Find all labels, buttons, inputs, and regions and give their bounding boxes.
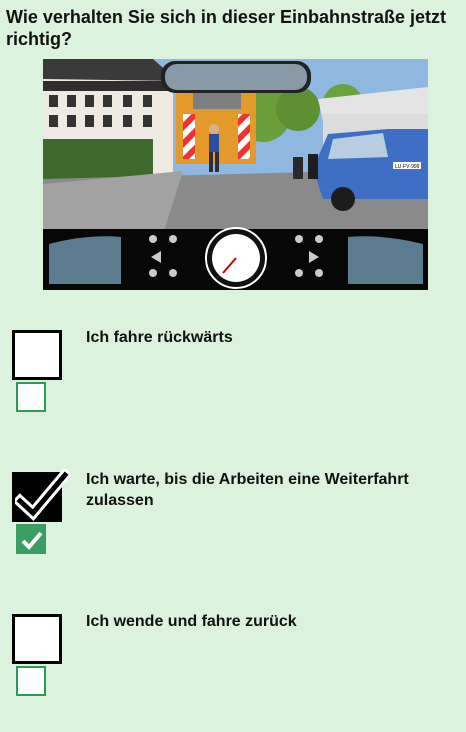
question-text: Wie verhalten Sie sich in dieser Einbahn… (6, 7, 446, 49)
answer-option-2[interactable]: Ich warte, bis die Arbeiten eine Weiterf… (0, 469, 466, 572)
answer-checkbox-large[interactable] (12, 614, 62, 664)
answer-option-1[interactable]: Ich fahre rückwärts (0, 329, 466, 430)
answer-label: Ich warte, bis die Arbeiten eine Weiterf… (86, 471, 409, 509)
checkmark-icon (21, 531, 43, 550)
answer-option-3[interactable]: Ich wende und fahre zurück (0, 613, 466, 714)
answer-checkbox-small[interactable] (16, 666, 46, 696)
checkmark-icon (15, 469, 71, 521)
answer-checkbox-large[interactable] (12, 330, 62, 380)
answer-checkbox-small[interactable] (16, 524, 46, 554)
answer-checkbox-large[interactable] (12, 469, 71, 522)
answer-checkbox-small[interactable] (16, 382, 46, 412)
driving-scene-image: LU·FV·999 (43, 59, 428, 290)
license-plate: LU·FV·999 (395, 164, 420, 170)
answer-label: Ich fahre rückwärts (86, 329, 233, 346)
answer-label: Ich wende und fahre zurück (86, 613, 297, 630)
